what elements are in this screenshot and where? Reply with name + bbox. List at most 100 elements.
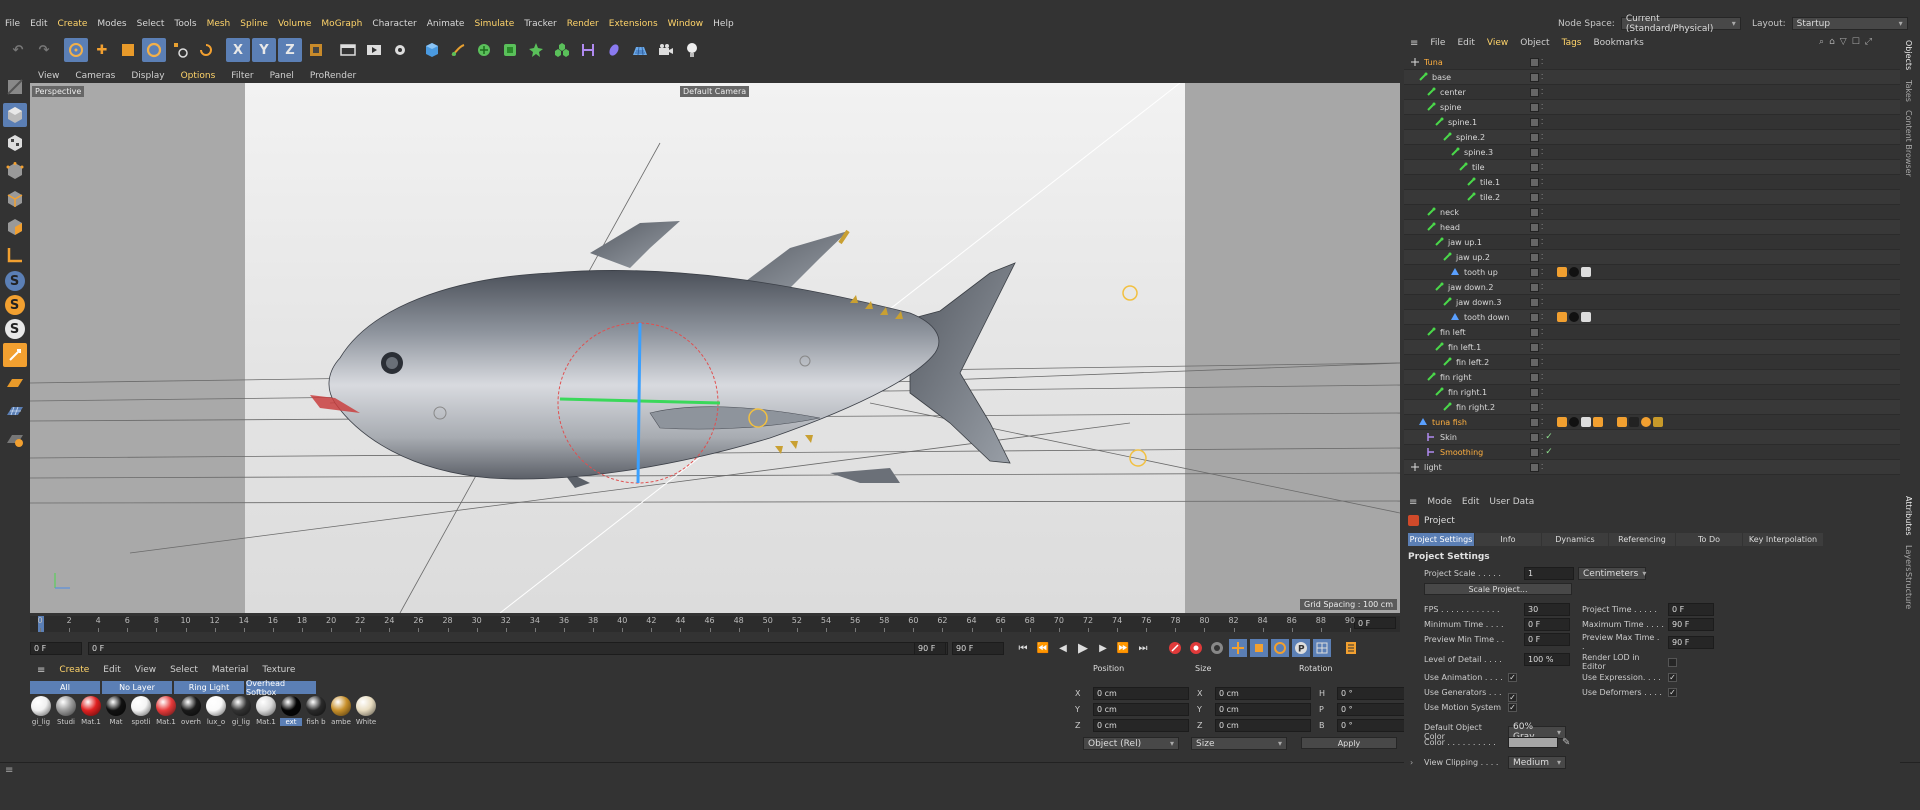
object-name[interactable]: fin left.1 <box>1448 343 1481 352</box>
material-item[interactable]: White <box>355 696 377 726</box>
visibility-dots-icon[interactable]: ⁚ <box>1541 314 1543 321</box>
visibility-dots-icon[interactable]: ⁚ <box>1541 134 1543 141</box>
material-tab-all[interactable]: All <box>30 681 100 694</box>
side-tab-structure[interactable]: Structure <box>1904 572 1913 609</box>
field-icon[interactable] <box>602 38 626 62</box>
polygons-mode-icon[interactable] <box>3 215 27 239</box>
layer-box[interactable] <box>1530 297 1539 307</box>
tag-icon[interactable] <box>1569 267 1579 277</box>
previous-frame-icon[interactable]: ◀ <box>1054 639 1072 657</box>
layer-box[interactable] <box>1530 282 1539 292</box>
snap-settings-icon[interactable]: S <box>4 295 25 315</box>
cube-icon[interactable] <box>420 38 444 62</box>
visibility-dots-icon[interactable]: ⁚ <box>1541 239 1543 246</box>
filter-icon[interactable]: ▽ <box>1840 37 1847 47</box>
object-row[interactable]: jaw down.3 ⁚ <box>1404 295 1900 310</box>
attribute-menu-user-data[interactable]: User Data <box>1484 497 1539 507</box>
viewport-menu-options[interactable]: Options <box>173 71 224 81</box>
layer-box[interactable] <box>1530 207 1539 217</box>
material-item[interactable]: gi_lig <box>30 696 52 726</box>
subdivision-icon[interactable] <box>472 38 496 62</box>
object-name[interactable]: fin right.2 <box>1456 403 1495 412</box>
enabled-check-icon[interactable]: ✓ <box>1545 432 1553 442</box>
visibility-dots-icon[interactable]: ⁚ <box>1541 344 1543 351</box>
material-menu-select[interactable]: Select <box>163 665 205 675</box>
visibility-dots-icon[interactable]: ⁚ <box>1541 359 1543 366</box>
material-tab-ring-light[interactable]: Ring Light <box>174 681 244 694</box>
object-row[interactable]: Smoothing ⁚ ✓ <box>1404 445 1900 460</box>
attribute-tab-dynamics[interactable]: Dynamics <box>1542 533 1608 546</box>
object-row[interactable]: spine ⁚ <box>1404 100 1900 115</box>
visibility-dots-icon[interactable]: ⁚ <box>1541 179 1543 186</box>
visibility-dots-icon[interactable]: ⁚ <box>1541 149 1543 156</box>
object-name[interactable]: spine <box>1440 103 1461 112</box>
layer-box[interactable] <box>1530 102 1539 112</box>
menu-select[interactable]: Select <box>132 19 170 29</box>
object-row[interactable]: Skin ⁚ ✓ <box>1404 430 1900 445</box>
attribute-menu-edit[interactable]: Edit <box>1457 497 1484 507</box>
record-keys-icon[interactable] <box>1166 639 1184 657</box>
attribute-tab-project-settings[interactable]: Project Settings <box>1408 533 1474 546</box>
material-item[interactable]: ambe <box>330 696 352 726</box>
apply-button[interactable]: Apply <box>1301 737 1397 749</box>
object-name[interactable]: Skin <box>1440 433 1457 442</box>
menu-animate[interactable]: Animate <box>422 19 470 29</box>
object-name[interactable]: tooth down <box>1464 313 1509 322</box>
use-animation-checkbox[interactable]: ✓ <box>1508 673 1517 682</box>
object-name[interactable]: tooth up <box>1464 268 1498 277</box>
z-axis-button[interactable]: Z <box>278 38 302 62</box>
next-key-icon[interactable]: ⏩ <box>1114 639 1132 657</box>
material-item[interactable]: lux_o <box>205 696 227 726</box>
viewport-label[interactable]: Perspective <box>32 86 85 97</box>
object-name[interactable]: jaw down.3 <box>1456 298 1501 307</box>
object-name[interactable]: Smoothing <box>1440 448 1483 457</box>
tag-icon[interactable] <box>1569 417 1579 427</box>
visibility-dots-icon[interactable]: ⁚ <box>1541 389 1543 396</box>
object-name[interactable]: base <box>1432 73 1451 82</box>
layer-box[interactable] <box>1530 402 1539 412</box>
tag-icon[interactable] <box>1581 312 1591 322</box>
layer-box[interactable] <box>1530 222 1539 232</box>
object-row[interactable]: base ⁚ <box>1404 70 1900 85</box>
render-lod-checkbox[interactable] <box>1668 657 1677 667</box>
mograph-icon[interactable] <box>550 38 574 62</box>
menu-file[interactable]: File <box>0 19 25 29</box>
size-field[interactable]: 0 cm <box>1215 703 1311 716</box>
tweak-mode-icon[interactable] <box>2 343 27 367</box>
render-region-icon[interactable] <box>336 38 360 62</box>
object-name[interactable]: Tuna <box>1424 58 1443 67</box>
object-name[interactable]: fin left <box>1440 328 1466 337</box>
attribute-menu-icon[interactable]: ≡ <box>1404 497 1422 508</box>
object-row[interactable]: fin right ⁚ <box>1404 370 1900 385</box>
object-name[interactable]: tile <box>1472 163 1485 172</box>
layer-box[interactable] <box>1530 417 1539 427</box>
object-row[interactable]: center ⁚ <box>1404 85 1900 100</box>
project-scale-unit-dropdown[interactable]: Centimeters <box>1578 567 1646 580</box>
menu-edit[interactable]: Edit <box>25 19 52 29</box>
visibility-dots-icon[interactable]: ⁚ <box>1541 74 1543 81</box>
attribute-tab-info[interactable]: Info <box>1475 533 1541 546</box>
fps-field[interactable]: 30 <box>1524 603 1570 616</box>
material-item[interactable]: Mat.1 <box>255 696 277 726</box>
object-row[interactable]: jaw down.2 ⁚ <box>1404 280 1900 295</box>
redo-icon[interactable]: ↷ <box>32 38 56 62</box>
tag-icon[interactable] <box>1581 267 1591 277</box>
size-field[interactable]: 0 cm <box>1215 687 1311 700</box>
preview-min-field[interactable]: 0 F <box>1524 633 1570 646</box>
visibility-dots-icon[interactable]: ⁚ <box>1541 449 1543 456</box>
layer-box[interactable] <box>1530 267 1539 277</box>
visibility-dots-icon[interactable]: ⁚ <box>1541 284 1543 291</box>
object-row[interactable]: jaw up.2 ⁚ <box>1404 250 1900 265</box>
menu-extensions[interactable]: Extensions <box>604 19 663 29</box>
rotate-tool-icon[interactable] <box>194 38 218 62</box>
layer-box[interactable] <box>1530 372 1539 382</box>
side-tab-objects[interactable]: Objects <box>1904 40 1913 70</box>
menu-modes[interactable]: Modes <box>92 19 131 29</box>
object-name[interactable]: light <box>1424 463 1442 472</box>
enabled-check-icon[interactable]: ✓ <box>1545 447 1553 457</box>
object-menu-bookmarks[interactable]: Bookmarks <box>1588 38 1650 48</box>
object-menu-file[interactable]: File <box>1424 38 1451 48</box>
use-deformers-checkbox[interactable]: ✓ <box>1668 688 1677 697</box>
layer-box[interactable] <box>1530 447 1539 457</box>
grid-workplane-icon[interactable] <box>3 399 27 423</box>
